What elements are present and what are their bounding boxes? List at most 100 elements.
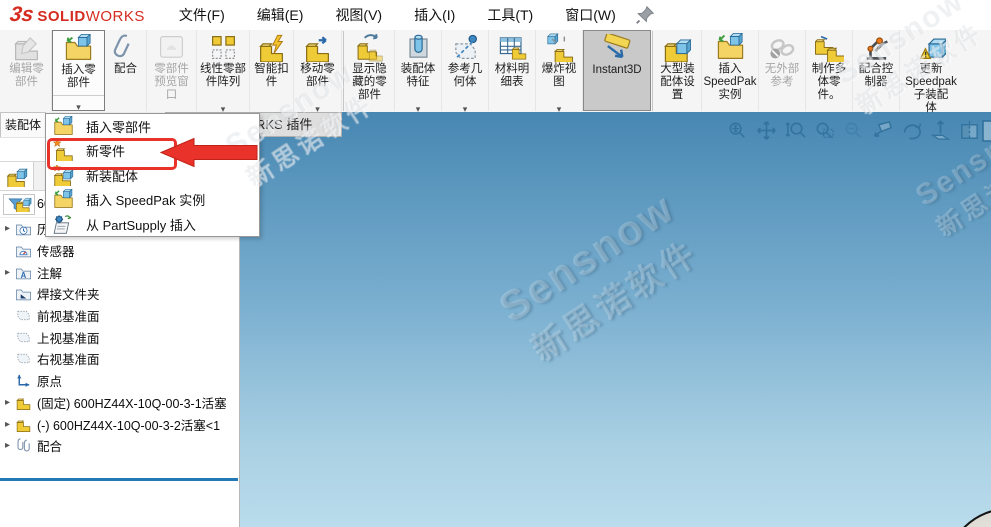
expand-arrow-icon[interactable] [0,267,15,278]
callout-arrow [159,137,259,168]
ribbon-no-external-references-button: 无外部 参考 [759,30,806,111]
tree-item-annotations[interactable]: A 注解 [0,261,240,283]
section-view-icon[interactable] [958,119,981,142]
zoom-to-area-icon[interactable] [813,119,836,142]
plane-icon [15,329,32,346]
expand-arrow-icon[interactable] [0,223,15,234]
mate-paperclip-icon [111,33,140,62]
ribbon-separator [343,31,344,111]
graphics-viewport[interactable] [240,112,991,527]
ribbon-large-assembly-settings-button[interactable]: 大型装 配体设 置 [654,30,702,111]
ribbon-insert-speedpak-button[interactable]: 插入 SpeedPak 实例 [702,30,759,111]
menu-window[interactable]: 窗口(W) [549,0,632,30]
zoom-to-fit-icon[interactable] [726,119,749,142]
ribbon-separator [652,31,653,111]
part-icon [15,394,32,411]
bill-of-materials-icon [498,33,527,62]
menu-view[interactable]: 视图(V) [319,0,398,30]
pan-icon[interactable] [755,119,778,142]
expand-arrow-icon[interactable] [0,440,15,451]
piston-model-edge [946,508,991,527]
solidworks-window: 3sSOLIDWORKS 文件(F) 编辑(E) 视图(V) 插入(I) 工具(… [0,0,991,527]
partsupply-icon [53,214,74,235]
move-component-icon [303,33,332,62]
insert-component-icon [64,34,93,63]
assembly-icon [15,195,32,212]
ribbon-show-hidden-components-button[interactable]: 显示隐 藏的零 部件 [345,30,395,111]
menu-insert[interactable]: 插入(I) [398,0,471,30]
tree-item-weldment-folder[interactable]: 焊接文件夹 [0,283,240,305]
ribbon-linear-pattern-button[interactable]: 线性零部 件阵列 [197,30,250,111]
annotations-folder-icon: A [15,264,32,281]
pin-menubar-icon[interactable] [634,4,656,26]
reference-geometry-caret[interactable] [442,99,488,110]
ribbon-move-component-button[interactable]: 移动零 部件 [294,30,342,111]
view-orientation-icon[interactable] [871,119,894,142]
menu-edit[interactable]: 编辑(E) [241,0,320,30]
weldment-folder-icon [15,285,32,302]
mates-folder-icon [15,437,32,454]
page-icon[interactable] [979,119,991,143]
normal-to-icon[interactable] [929,119,952,142]
ribbon-insert-component-button[interactable]: 插入零 部件 [52,30,105,111]
tree-item-sensors[interactable]: 传感器 [0,240,240,262]
show-hidden-components-icon [355,33,384,62]
heads-up-view-toolbar [726,119,981,142]
linear-pattern-caret[interactable] [197,99,249,110]
command-manager-ribbon: 编辑零 部件 插入零 部件 配合 零部件 预览窗 口 线性零部 件阵列 智能扣 … [0,30,991,112]
ribbon-reference-geometry-button[interactable]: 参考几 何体 [442,30,489,111]
tree-item-mates[interactable]: 配合 [0,435,240,457]
plane-icon [15,350,32,367]
tree-item-top-plane[interactable]: 上视基准面 [0,326,240,348]
menu-list: 文件(F) 编辑(E) 视图(V) 插入(I) 工具(T) 窗口(W) [163,0,632,30]
tree-item-right-plane[interactable]: 右视基准面 [0,348,240,370]
tree-item-part-1[interactable]: (固定) 600HZ44X-10Q-00-3-1活塞 [0,392,240,414]
tab-assembly[interactable]: 装配体 [0,112,46,137]
rotate-view-icon[interactable] [900,119,923,142]
tree-item-origin[interactable]: 原点 [0,370,240,392]
assembly-icon [6,165,28,187]
ribbon-assembly-features-button[interactable]: 装配体 特征 [395,30,442,111]
zoom-in-out-icon[interactable] [784,119,807,142]
ribbon-mate-controller-button[interactable]: 配合控 制器 [853,30,900,111]
logo-name-light: WORKS [86,8,145,25]
insert-speedpak-icon [53,189,74,210]
menu-tools[interactable]: 工具(T) [471,0,549,30]
assembly-features-icon [404,33,433,62]
mate-controller-icon [862,33,891,62]
logo-mark: 3s [8,3,35,27]
ribbon-exploded-view-button[interactable]: 爆炸视 图 [536,30,583,111]
exploded-view-caret[interactable] [536,99,582,110]
menu-item-insert-component[interactable]: 插入零部件 [46,114,259,139]
expand-arrow-icon[interactable] [0,419,15,430]
assembly-features-caret[interactable] [395,99,441,110]
logo-name-bold: SOLID [37,8,85,25]
ribbon-bill-of-materials-button[interactable]: 材料明 细表 [489,30,536,111]
part-icon [15,416,32,433]
sensors-folder-icon [15,242,32,259]
magnifier-icon[interactable] [842,119,865,142]
panel-splitter[interactable] [0,478,238,481]
large-assembly-settings-icon [663,33,692,62]
history-folder-icon [15,220,32,237]
ribbon-instant3d-button[interactable]: Instant3D [583,30,651,111]
tree-item-part-2[interactable]: (-) 600HZ44X-10Q-00-3-2活塞<1 [0,413,240,435]
ribbon-mate-button[interactable]: 配合 [105,30,147,111]
ribbon-smart-fasteners-button[interactable]: 智能扣 件 [250,30,294,111]
ribbon-component-preview-button: 零部件 预览窗 口 [147,30,197,111]
ribbon-make-multibody-part-button[interactable]: 制作多 体零 件。 [806,30,853,111]
insert-component-icon [53,116,74,137]
tree-item-front-plane[interactable]: 前视基准面 [0,305,240,327]
plane-icon [15,307,32,324]
insert-speedpak-icon [716,33,745,62]
menu-item-from-partsupply[interactable]: 从 PartSupply 插入 [46,212,259,237]
move-component-caret[interactable] [294,99,341,110]
insert-components-flyout-menu: 插入零部件 新零件 新装配体 插入 SpeedPak 实例 从 PartSupp… [45,113,260,237]
feature-manager-tab[interactable] [0,162,34,190]
no-external-references-icon [768,33,797,62]
ribbon-update-speedpak-button[interactable]: 更新 Speedpak 子装配 体 [900,30,962,111]
menu-item-insert-speedpak[interactable]: 插入 SpeedPak 实例 [46,188,259,213]
expand-arrow-icon[interactable] [0,397,15,408]
menu-file[interactable]: 文件(F) [163,0,241,30]
insert-component-caret[interactable] [53,95,104,109]
